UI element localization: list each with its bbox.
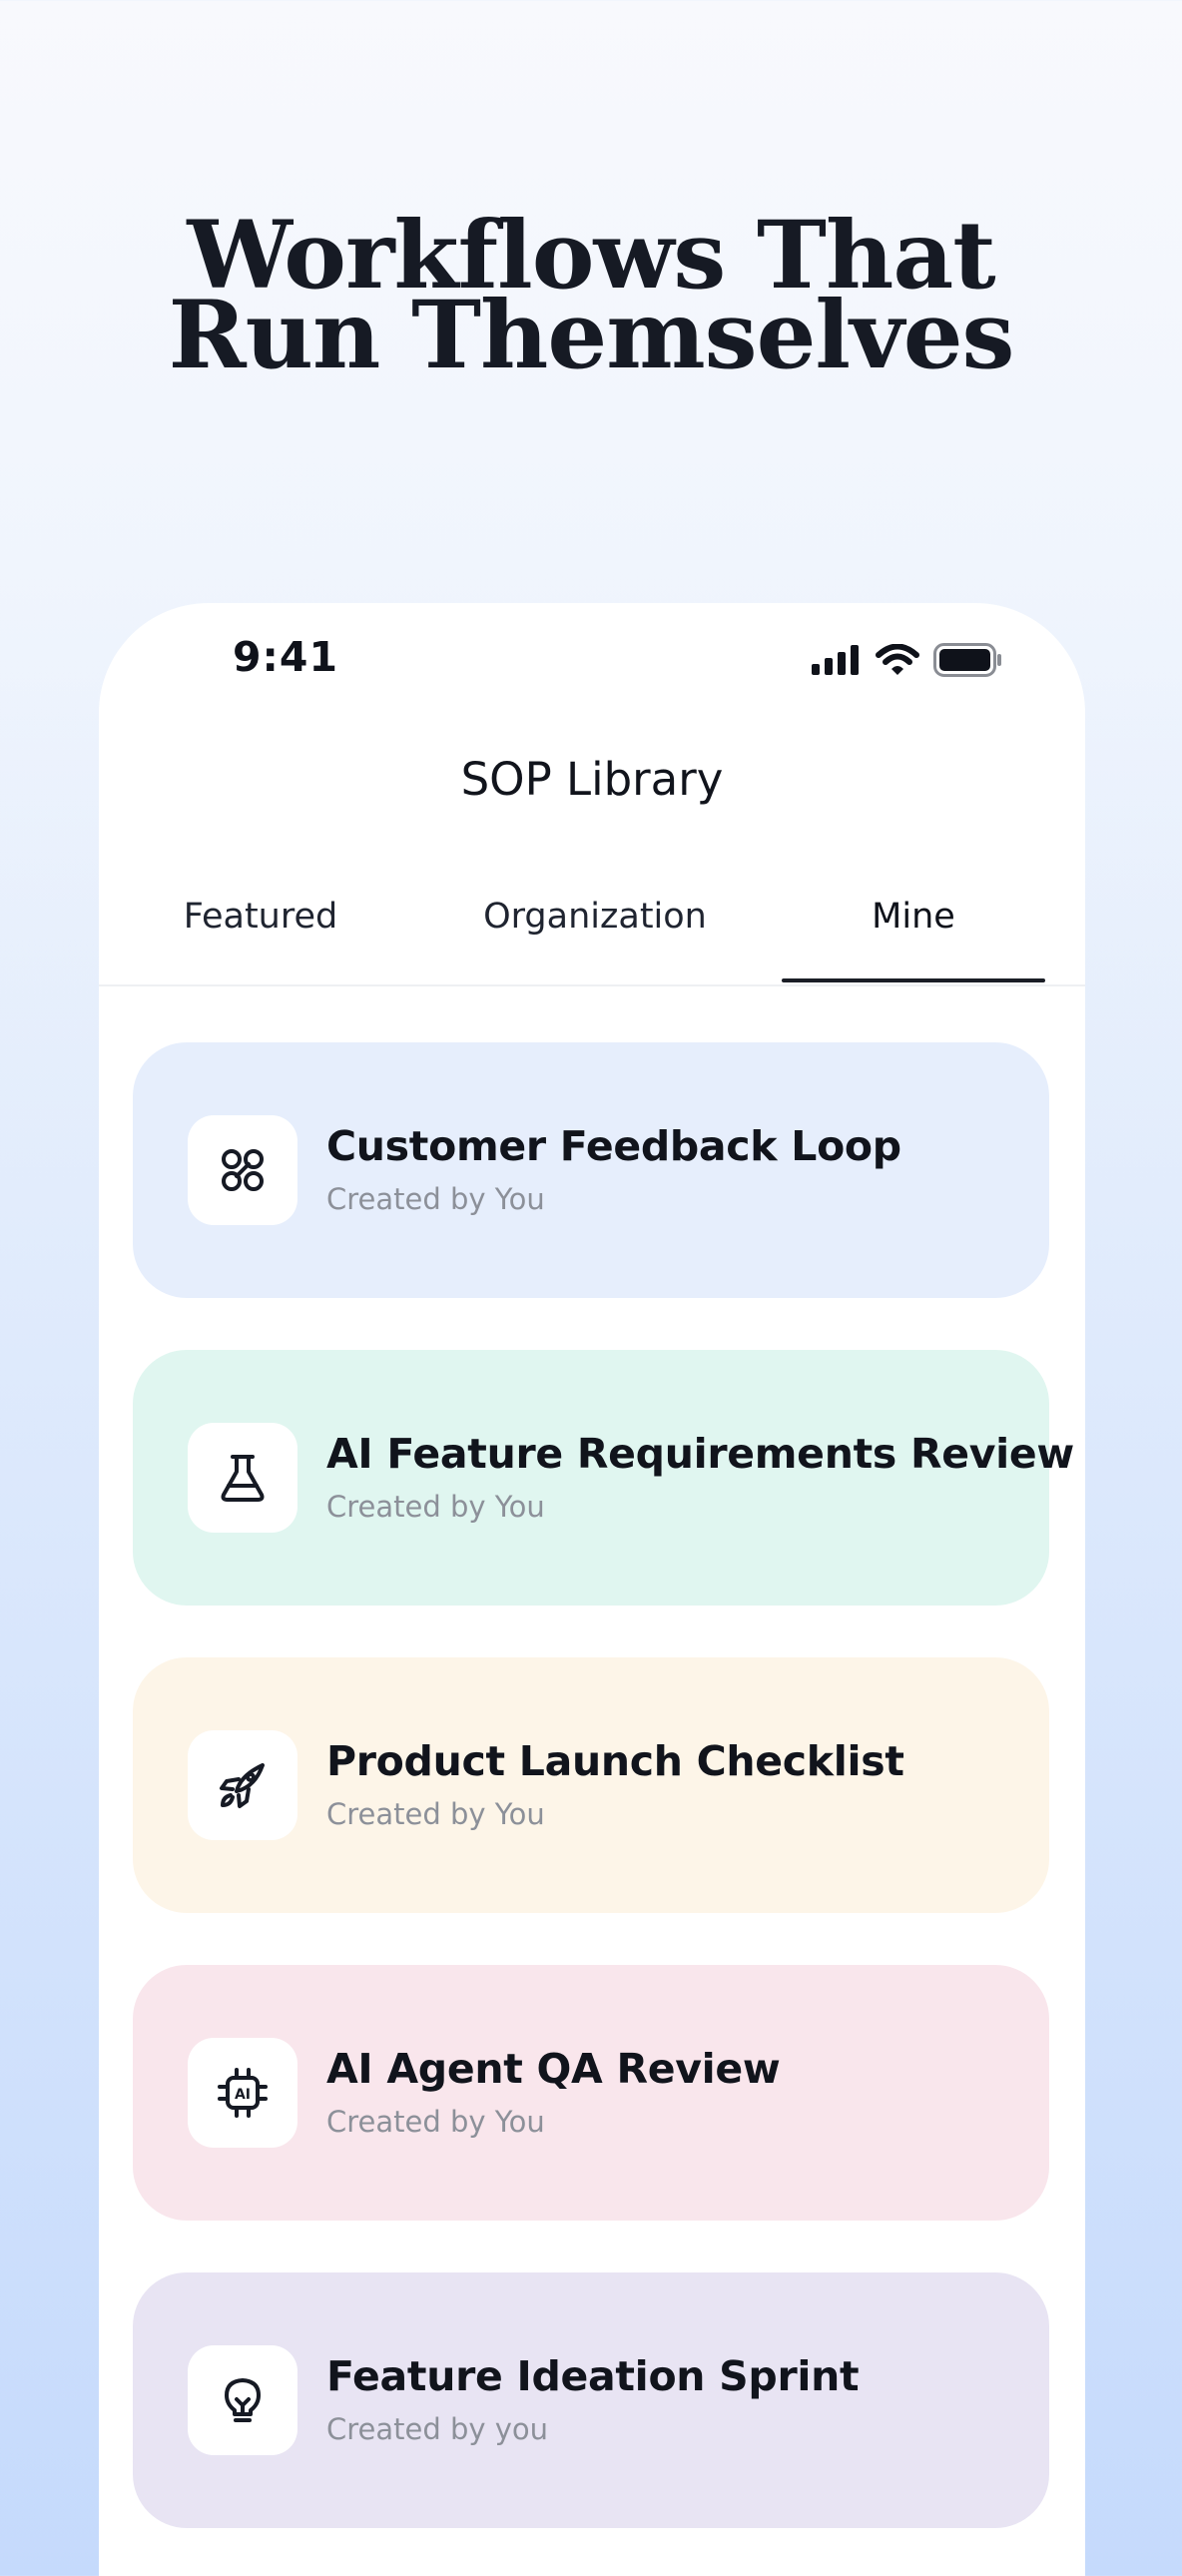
sop-card-customer-feedback-loop[interactable]: Customer Feedback Loop Created by You	[133, 1042, 1049, 1298]
card-title: Customer Feedback Loop	[326, 1122, 901, 1170]
card-subtitle: Created by You	[326, 2105, 545, 2139]
active-tab-indicator	[782, 978, 1045, 982]
card-title: Product Launch Checklist	[326, 1737, 904, 1785]
phone-frame: 9:41 SOP Library Featured Organization M…	[99, 603, 1085, 2576]
rocket-icon	[188, 1730, 297, 1840]
card-title: Feature Ideation Sprint	[326, 2352, 860, 2400]
wifi-icon	[876, 644, 919, 676]
sop-card-feature-ideation-sprint[interactable]: Feature Ideation Sprint Created by you	[133, 2272, 1049, 2528]
page-title: SOP Library	[460, 753, 724, 806]
tab-organization[interactable]: Organization	[450, 855, 740, 978]
card-title: AI Agent QA Review	[326, 2045, 781, 2093]
tab-featured[interactable]: Featured	[141, 855, 380, 978]
status-time: 9:41	[233, 633, 338, 681]
card-subtitle: Created by you	[326, 2412, 549, 2446]
command-icon	[188, 1115, 297, 1225]
cellular-signal-icon	[812, 645, 862, 675]
sop-card-ai-feature-requirements-review[interactable]: AI Feature Requirements Review Created b…	[133, 1350, 1074, 1606]
lightbulb-icon	[188, 2345, 297, 2455]
ai-chip-icon: AI	[188, 2038, 297, 2148]
tab-mine[interactable]: Mine	[782, 855, 1045, 978]
sop-card-product-launch-checklist[interactable]: Product Launch Checklist Created by You	[133, 1657, 1049, 1913]
sop-list: Customer Feedback Loop Created by You AI…	[133, 1042, 1074, 2576]
sop-card-ai-agent-qa-review[interactable]: AI AI Agent QA Review Created by You	[133, 1965, 1049, 2221]
card-title: AI Feature Requirements Review	[326, 1430, 1074, 1478]
status-icons	[812, 643, 1003, 677]
svg-text:AI: AI	[235, 2087, 251, 2103]
flask-icon	[188, 1423, 297, 1533]
card-subtitle: Created by You	[326, 1797, 545, 1831]
battery-icon	[933, 643, 1003, 677]
headline-line-2: Run Themselves	[168, 281, 1015, 390]
tab-bar: Featured Organization Mine	[99, 863, 1085, 986]
card-subtitle: Created by You	[326, 1490, 545, 1524]
page-headline: Workflows That Run Themselves	[0, 209, 1182, 390]
card-subtitle: Created by You	[326, 1182, 545, 1216]
